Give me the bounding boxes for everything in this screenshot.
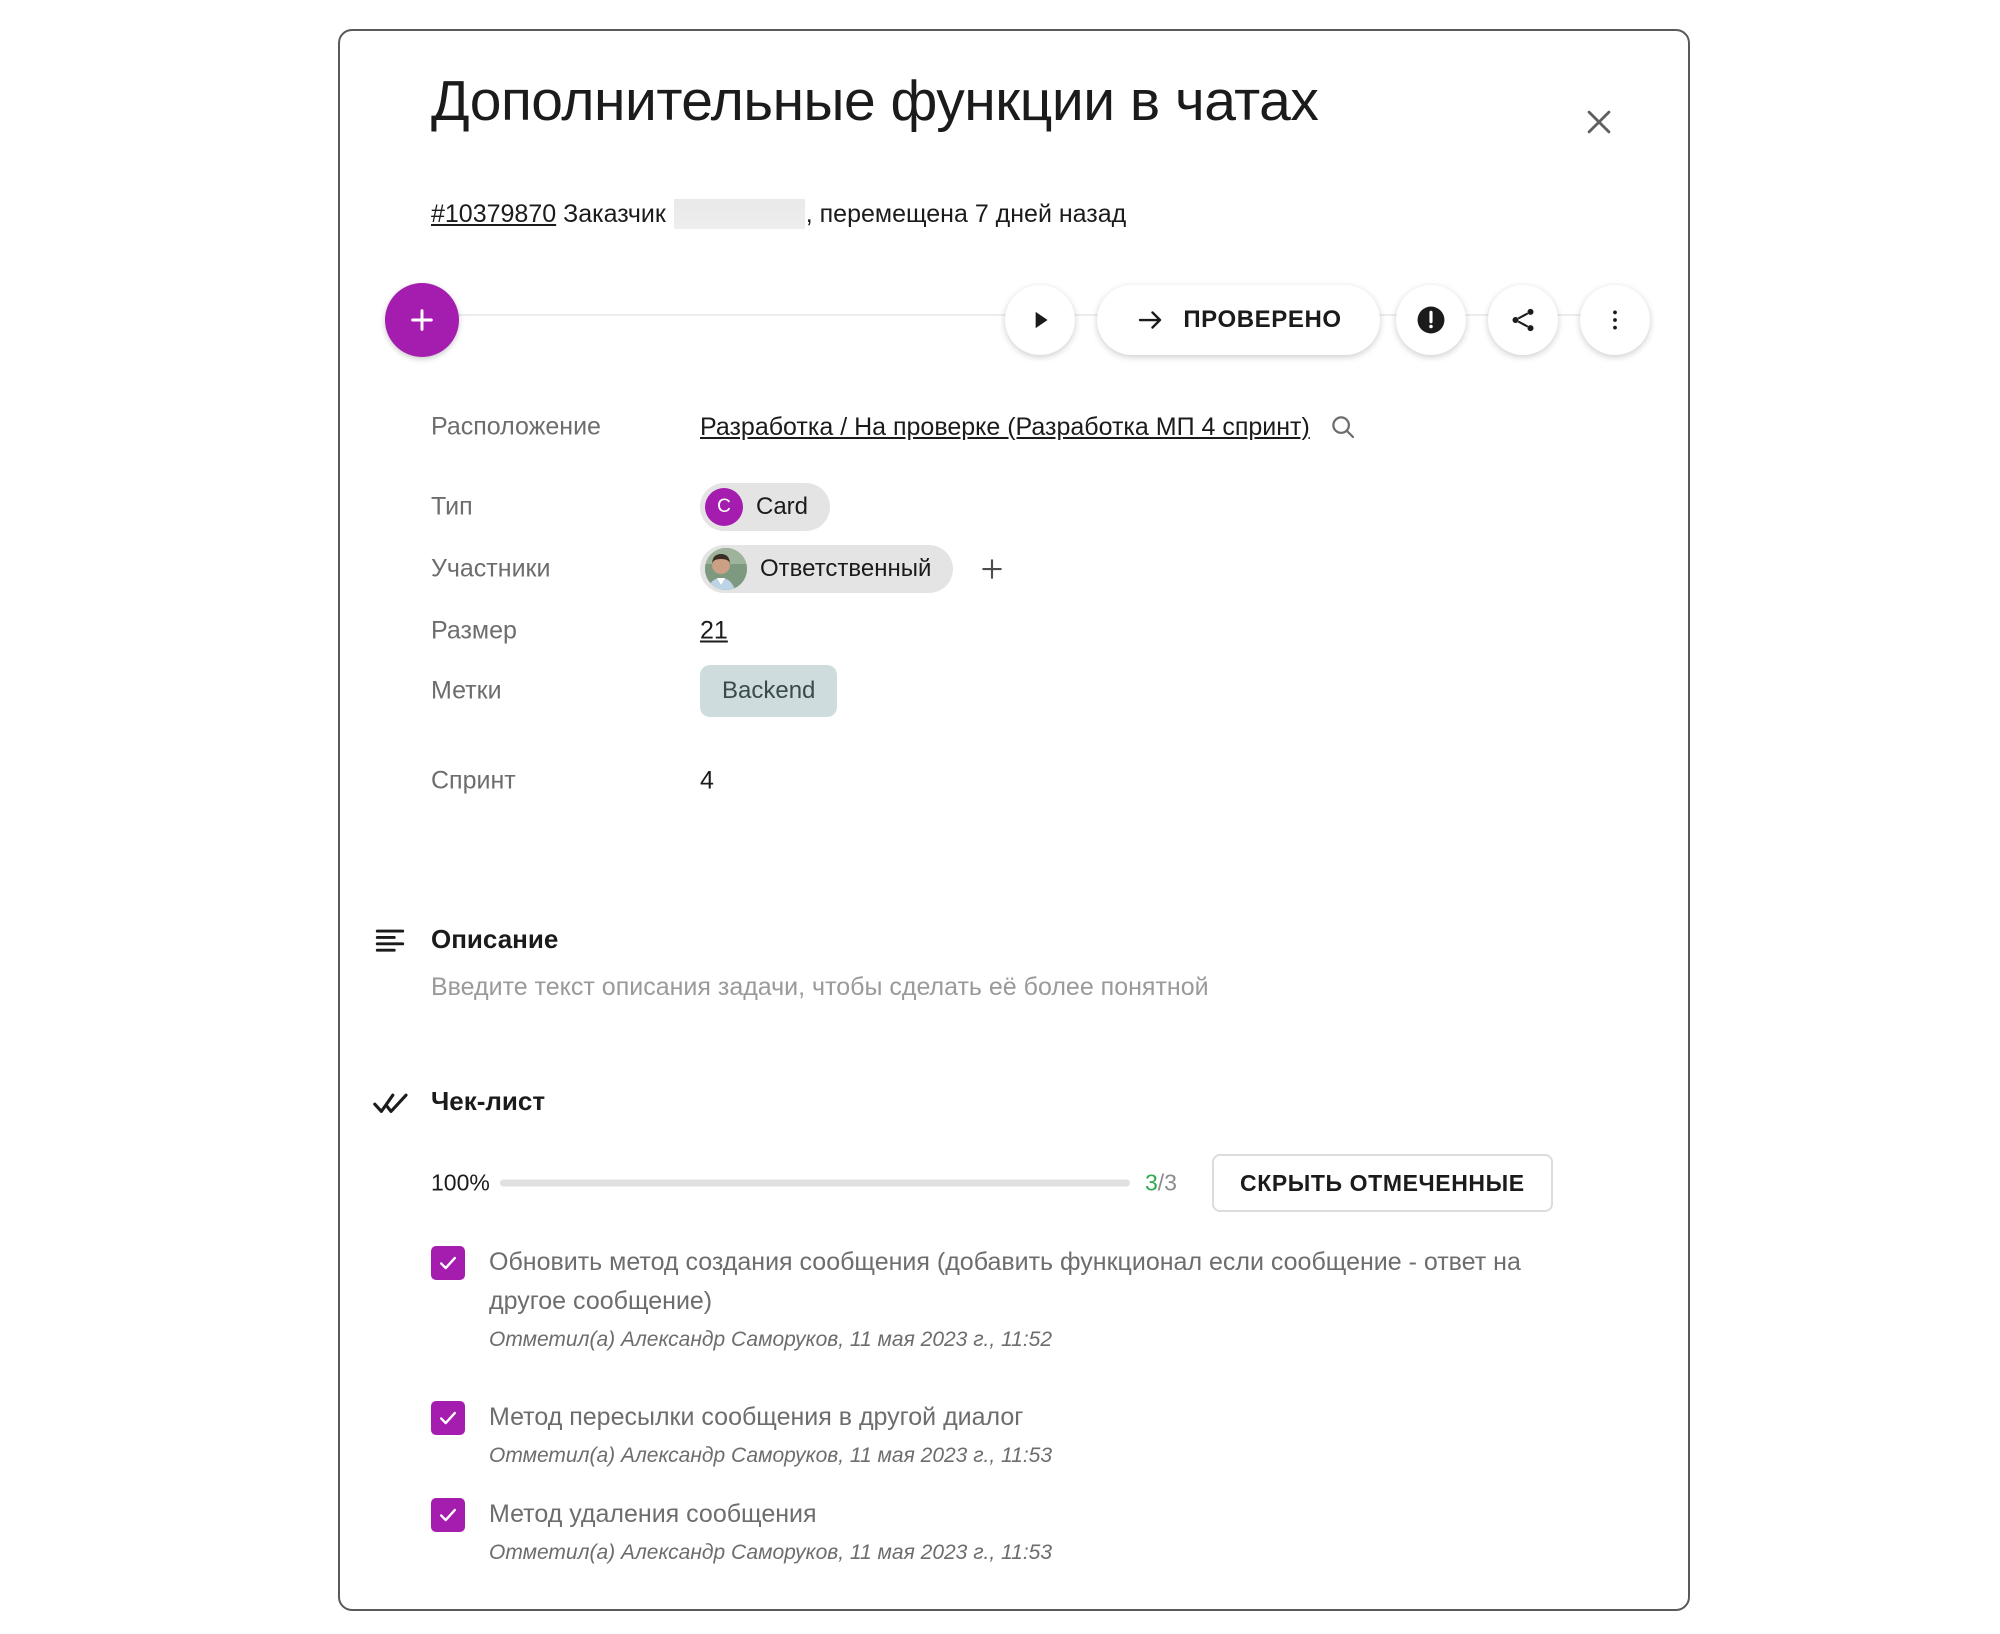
type-value-wrap: C Card <box>700 483 831 531</box>
checklist-item-meta: Отметил(а) Александр Саморуков, 11 мая 2… <box>489 1444 1053 1467</box>
checklist-counter-total: /3 <box>1157 1169 1177 1196</box>
hide-checked-button[interactable]: СКРЫТЬ ОТМЕЧЕННЫЕ <box>1212 1154 1553 1212</box>
page-title: Дополнительные функции в чатах <box>431 69 1319 133</box>
moved-text: , перемещена 7 дней назад <box>805 200 1127 228</box>
alert-button[interactable] <box>1396 285 1466 355</box>
checklist-item-text[interactable]: Метод удаления сообщения <box>489 1495 1581 1534</box>
double-check-icon <box>373 1088 409 1118</box>
description-heading: Описание <box>431 924 559 954</box>
type-chip-label: Card <box>756 493 809 520</box>
start-button[interactable] <box>1005 285 1075 355</box>
description-placeholder[interactable]: Введите текст описания задачи, чтобы сде… <box>431 973 1209 1002</box>
action-bar: ПРОВЕРЕНО <box>385 259 1650 369</box>
move-to-checked-label: ПРОВЕРЕНО <box>1183 306 1342 333</box>
checkbox-checked[interactable] <box>431 1498 465 1532</box>
checklist-progress-row: 100% 3/3 СКРЫТЬ ОТМЕЧЕННЫЕ <box>340 1154 1688 1212</box>
move-to-checked-button[interactable]: ПРОВЕРЕНО <box>1097 285 1380 355</box>
labels-value-wrap: Backend <box>700 665 838 717</box>
sprint-value: 4 <box>700 766 714 795</box>
description-section-header: Описание <box>340 921 1688 961</box>
checkbox-checked[interactable] <box>431 1246 465 1280</box>
task-detail-card: Дополнительные функции в чатах #10379870… <box>338 29 1690 1611</box>
members-value-wrap: Ответственный <box>700 545 1009 593</box>
checklist-item-meta: Отметил(а) Александр Саморуков, 11 мая 2… <box>489 1328 1053 1351</box>
property-row-sprint: Спринт 4 <box>340 753 1688 809</box>
alert-icon <box>1414 303 1448 337</box>
checklist-item: Обновить метод создания сообщения (добав… <box>431 1243 1581 1352</box>
play-icon <box>1027 307 1053 333</box>
location-label: Расположение <box>431 412 601 441</box>
checklist-item-meta: Отметил(а) Александр Саморуков, 11 мая 2… <box>489 1541 1053 1564</box>
labels-label: Метки <box>431 676 502 705</box>
checklist-item: Метод удаления сообщения Отметил(а) Алек… <box>431 1495 1581 1565</box>
add-member-button[interactable] <box>975 552 1009 586</box>
checkbox-checked[interactable] <box>431 1401 465 1435</box>
checklist-progress-bar <box>500 1179 1130 1187</box>
property-row-labels: Метки Backend <box>340 663 1688 719</box>
location-link[interactable]: Разработка / На проверке (Разработка МП … <box>700 413 1310 442</box>
arrow-right-icon <box>1135 305 1165 335</box>
label-tag-backend[interactable]: Backend <box>700 665 838 717</box>
size-value[interactable]: 21 <box>700 617 728 646</box>
checklist-item-text[interactable]: Обновить метод создания сообщения (добав… <box>489 1243 1581 1321</box>
property-row-members: Участники Ответственный <box>340 541 1688 597</box>
member-chip[interactable]: Ответственный <box>700 545 954 593</box>
checklist-item-text[interactable]: Метод пересылки сообщения в другой диало… <box>489 1398 1581 1437</box>
plus-icon <box>406 304 438 336</box>
member-chip-label: Ответственный <box>760 555 932 582</box>
close-icon <box>1582 105 1616 139</box>
ticket-number-link[interactable]: #10379870 <box>431 200 556 228</box>
checklist-item: Метод пересылки сообщения в другой диало… <box>431 1398 1581 1468</box>
type-label: Тип <box>431 492 473 521</box>
share-button[interactable] <box>1488 285 1558 355</box>
more-options-button[interactable] <box>1580 285 1650 355</box>
type-avatar: C <box>705 488 743 526</box>
property-row-location: Расположение Разработка / На проверке (Р… <box>340 399 1688 455</box>
location-value-wrap: Разработка / На проверке (Разработка МП … <box>700 412 1358 442</box>
search-icon[interactable] <box>1328 412 1358 442</box>
type-chip[interactable]: C Card <box>700 483 831 531</box>
checklist-percent: 100% <box>431 1169 490 1196</box>
close-button[interactable] <box>1573 96 1625 148</box>
sprint-label: Спринт <box>431 766 516 795</box>
customer-label: Заказчик <box>563 200 666 228</box>
avatar <box>705 548 747 590</box>
checklist-counter: 3/3 <box>1145 1170 1177 1197</box>
members-label: Участники <box>431 554 551 583</box>
more-vertical-icon <box>1602 307 1628 333</box>
size-value-wrap: 21 <box>700 617 728 646</box>
description-lines-icon <box>373 924 407 958</box>
size-label: Размер <box>431 616 517 645</box>
subtitle: #10379870 Заказчик , перемещена 7 дней н… <box>431 199 1126 229</box>
property-row-size: Размер 21 <box>340 603 1688 659</box>
checklist-section-header: Чек-лист <box>340 1086 1688 1126</box>
share-icon <box>1508 305 1538 335</box>
redacted-customer-name <box>673 199 805 229</box>
add-button[interactable] <box>385 283 459 357</box>
checklist-heading: Чек-лист <box>431 1086 546 1116</box>
property-row-type: Тип C Card <box>340 479 1688 535</box>
checklist-counter-done: 3 <box>1145 1169 1158 1196</box>
